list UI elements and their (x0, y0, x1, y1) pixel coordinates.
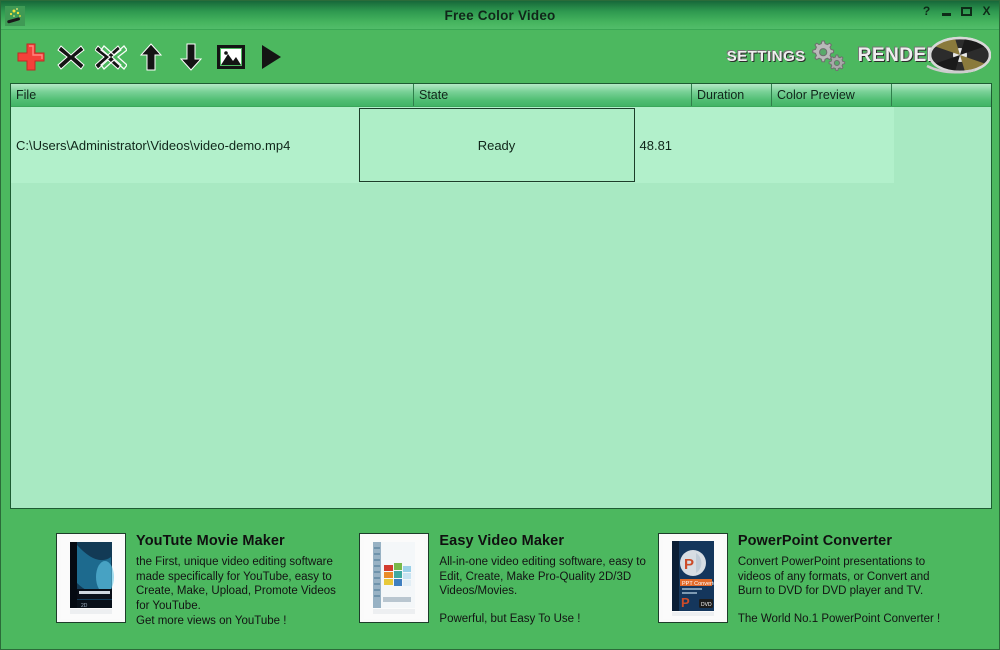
title-bar: Free Color Video ? X (1, 1, 999, 30)
cell-file-path: C:\Users\Administrator\Videos\video-demo… (16, 137, 291, 153)
svg-text:PPT Converter: PPT Converter (682, 581, 718, 587)
column-header-duration[interactable]: Duration (691, 84, 771, 106)
column-header-file[interactable]: File (11, 84, 413, 106)
svg-text:P: P (684, 556, 694, 573)
add-file-button[interactable] (11, 37, 51, 77)
powerpoint-converter-boxshot: P PPT Converter P DVD (657, 533, 728, 623)
svg-text:P: P (681, 595, 690, 610)
ad-body: the First, unique video editing software… (136, 556, 336, 612)
remove-file-button[interactable] (51, 37, 91, 77)
toolbar-right-group: SETTINGS RENDER (727, 34, 991, 78)
gear-icon (812, 40, 845, 72)
easy-video-maker-boxshot (359, 533, 430, 623)
maximize-button[interactable] (960, 4, 973, 18)
settings-button[interactable]: SETTINGS (727, 34, 848, 78)
remove-all-button[interactable] (91, 37, 131, 77)
cell-duration: 48.81 (639, 137, 673, 153)
ad-body: All-in-one video editing software, easy … (439, 556, 646, 597)
ad-tagline: The World No.1 PowerPoint Converter ! (737, 612, 941, 625)
application-window: Free Color Video ? X SETTINGS RENDER Fil… (0, 0, 1000, 650)
ad-tagline: Get more views on YouTube ! (136, 615, 287, 627)
ad-powerpoint-converter[interactable]: P PPT Converter P DVD PowerPoint Convert… (657, 517, 999, 649)
move-up-button[interactable] (131, 37, 171, 77)
column-header-color-preview[interactable]: Color Preview (771, 84, 891, 106)
toolbar: SETTINGS RENDER (1, 30, 999, 84)
svg-text:DVD: DVD (701, 602, 712, 608)
window-controls: ? X (920, 4, 993, 18)
youtube-movie-maker-boxshot: 2D (56, 533, 126, 623)
file-list-panel[interactable]: File State Duration Color Preview C:\Use… (10, 83, 992, 509)
ad-body: Convert PowerPoint presentations to vide… (737, 556, 930, 597)
ad-tagline: Powerful, but Easy To Use ! (439, 612, 581, 625)
cell-state: Ready (358, 107, 635, 183)
ad-easy-video-maker[interactable]: Easy Video Maker All-in-one video editin… (354, 517, 657, 649)
ad-text-1: YouTute Movie Maker the First, unique vi… (136, 533, 336, 629)
magic-wand-icon (5, 5, 25, 26)
file-list-header: File State Duration Color Preview (11, 84, 991, 107)
settings-label: SETTINGS (726, 47, 806, 65)
play-button[interactable] (251, 37, 291, 77)
cell-color-preview (704, 107, 808, 183)
film-reel-icon (926, 36, 991, 74)
ad-title: Easy Video Maker (439, 533, 565, 549)
svg-text:2D: 2D (81, 603, 88, 609)
table-row[interactable]: C:\Users\Administrator\Videos\video-demo… (11, 107, 894, 183)
move-down-button[interactable] (171, 37, 211, 77)
ad-youtube-movie-maker[interactable]: 2D YouTute Movie Maker the First, unique… (1, 517, 354, 649)
advertisement-area: 2D YouTute Movie Maker the First, unique… (1, 517, 999, 649)
close-button[interactable]: X (980, 4, 993, 18)
ad-title: YouTute Movie Maker (136, 533, 285, 549)
file-list-body[interactable]: C:\Users\Administrator\Videos\video-demo… (11, 107, 991, 508)
ad-title: PowerPoint Converter (737, 533, 893, 549)
render-button[interactable]: RENDER (858, 34, 991, 78)
window-title: Free Color Video (444, 7, 556, 23)
preview-image-button[interactable] (211, 37, 251, 77)
minimize-button[interactable] (940, 4, 953, 18)
ad-text-3: PowerPoint Converter Convert PowerPoint … (738, 533, 940, 626)
ad-text-2: Easy Video Maker All-in-one video editin… (439, 533, 645, 626)
cell-extra (808, 107, 894, 183)
column-header-extra[interactable] (891, 84, 991, 106)
column-header-state[interactable]: State (413, 84, 691, 106)
state-box: Ready (358, 108, 635, 182)
help-button[interactable]: ? (920, 4, 933, 18)
